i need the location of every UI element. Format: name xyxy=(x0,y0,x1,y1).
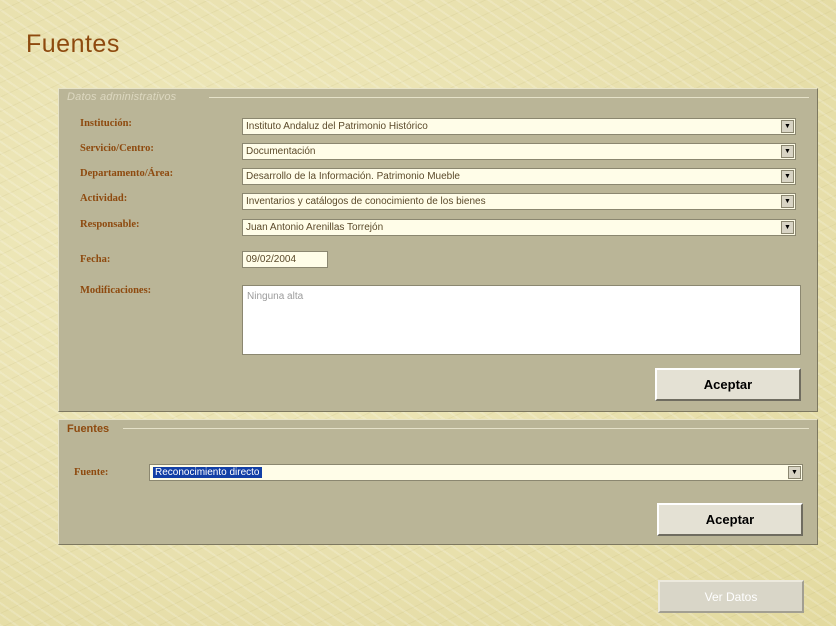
chevron-down-icon[interactable]: ▼ xyxy=(781,221,794,234)
datos-aceptar-button[interactable]: Aceptar xyxy=(655,368,801,401)
datos-panel-divider xyxy=(209,97,809,98)
datos-administrativos-panel: Datos administrativos Institución: Insti… xyxy=(58,88,818,412)
fuentes-panel: Fuentes Fuente: Reconocimiento directo ▼… xyxy=(58,419,818,545)
modificaciones-textarea[interactable]: Ninguna alta xyxy=(242,285,801,355)
chevron-down-icon[interactable]: ▼ xyxy=(781,145,794,158)
departamento-area-value: Desarrollo de la Información. Patrimonio… xyxy=(246,171,460,182)
institucion-select[interactable]: Instituto Andaluz del Patrimonio Históri… xyxy=(242,118,796,135)
fuentes-panel-divider xyxy=(123,428,809,429)
page-title: Fuentes xyxy=(26,30,120,58)
fecha-input[interactable]: 09/02/2004 xyxy=(242,251,328,268)
responsable-select[interactable]: Juan Antonio Arenillas Torrejón ▼ xyxy=(242,219,796,236)
actividad-select[interactable]: Inventarios y catálogos de conocimiento … xyxy=(242,193,796,210)
departamento-area-label: Departamento/Área: xyxy=(80,168,174,179)
fuentes-aceptar-button[interactable]: Aceptar xyxy=(657,503,803,536)
institucion-value: Instituto Andaluz del Patrimonio Históri… xyxy=(246,121,428,132)
departamento-area-select[interactable]: Desarrollo de la Información. Patrimonio… xyxy=(242,168,796,185)
chevron-down-icon[interactable]: ▼ xyxy=(788,466,801,479)
chevron-down-icon[interactable]: ▼ xyxy=(781,170,794,183)
institucion-label: Institución: xyxy=(80,118,132,129)
fuente-select[interactable]: Reconocimiento directo ▼ xyxy=(149,464,803,481)
fuente-value: Reconocimiento directo xyxy=(153,467,262,478)
fecha-label: Fecha: xyxy=(80,254,111,265)
actividad-value: Inventarios y catálogos de conocimiento … xyxy=(246,196,486,207)
fuente-label: Fuente: xyxy=(74,467,109,478)
servicio-centro-value: Documentación xyxy=(246,146,316,157)
fuente-value-wrapper: Reconocimiento directo xyxy=(150,467,788,478)
servicio-centro-select[interactable]: Documentación ▼ xyxy=(242,143,796,160)
fuentes-panel-legend: Fuentes xyxy=(67,423,110,435)
chevron-down-icon[interactable]: ▼ xyxy=(781,120,794,133)
datos-panel-legend: Datos administrativos xyxy=(67,91,177,103)
chevron-down-icon[interactable]: ▼ xyxy=(781,195,794,208)
servicio-centro-label: Servicio/Centro: xyxy=(80,143,154,154)
modificaciones-label: Modificaciones: xyxy=(80,285,152,296)
responsable-value: Juan Antonio Arenillas Torrejón xyxy=(246,222,384,233)
actividad-label: Actividad: xyxy=(80,193,128,204)
ver-datos-button[interactable]: Ver Datos xyxy=(658,580,804,613)
responsable-label: Responsable: xyxy=(80,219,140,230)
